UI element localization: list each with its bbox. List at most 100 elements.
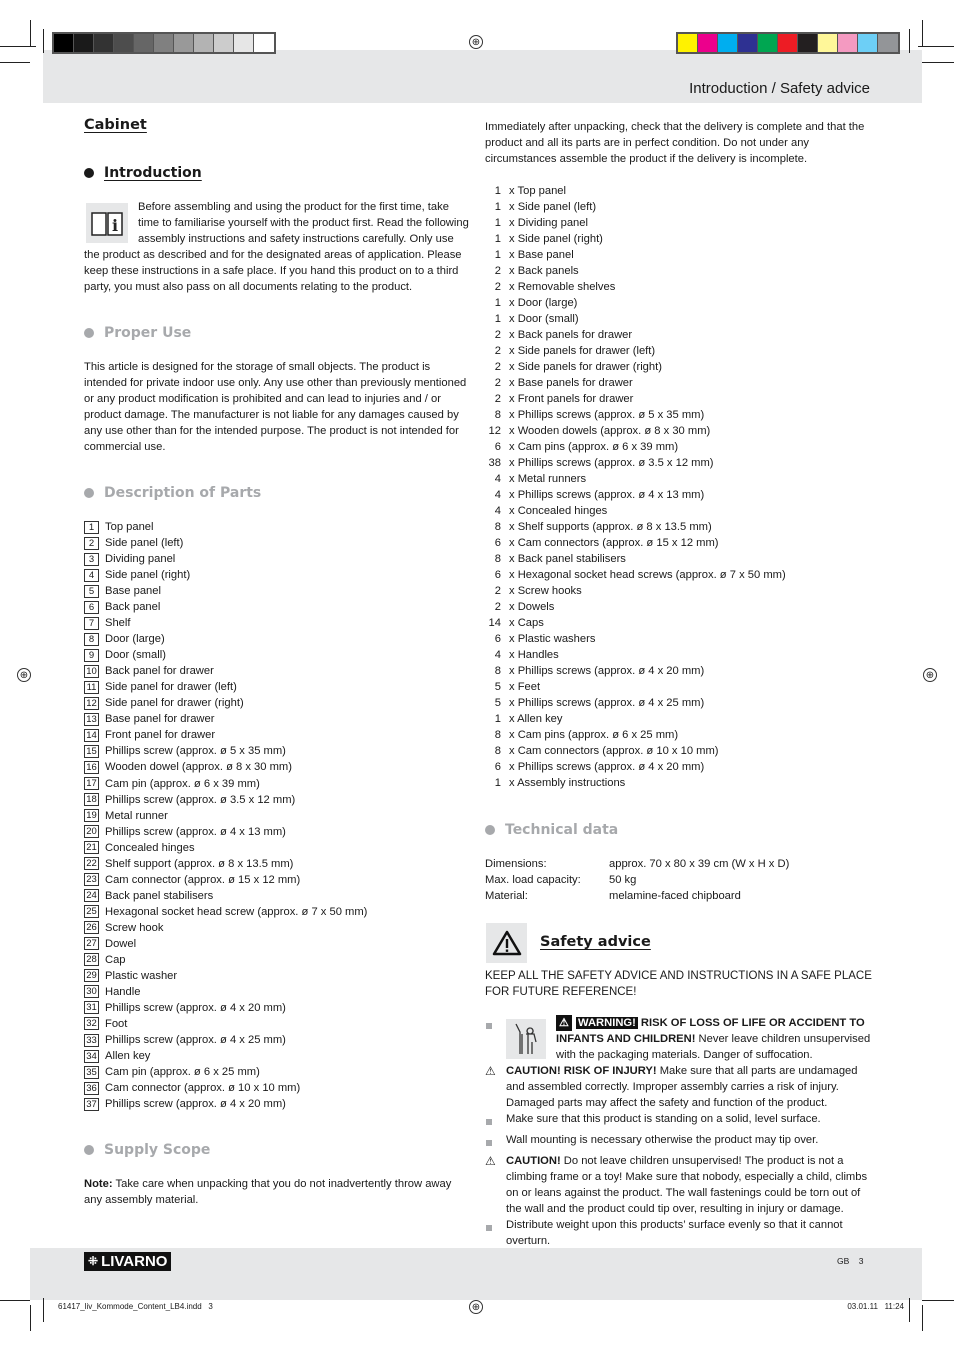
color-swatch	[194, 34, 214, 52]
quantity: 2	[494, 585, 501, 597]
print-date: 03.01.11 11:24	[847, 1302, 904, 1311]
page-num: 3	[858, 1256, 864, 1266]
item-label: x Phillips screws (approx. ø 4 x 25 mm)	[509, 697, 705, 709]
part-label: Phillips screw (approx. ø 4 x 25 mm)	[105, 1034, 286, 1047]
crop-mark	[922, 62, 954, 63]
supply-list-item: 6 x Plastic washers	[485, 631, 786, 647]
bullet-item: Wall mounting is necessary otherwise the…	[485, 1132, 873, 1153]
supply-list-item: 2 x Base panels for drawer	[485, 375, 786, 391]
crop-mark	[30, 20, 31, 46]
quantity: 1	[494, 713, 501, 725]
quantity: 8	[494, 729, 501, 741]
supply-list-item: 1 x Base panel	[485, 247, 786, 263]
part-number: 27	[84, 937, 99, 951]
tech-value: 50 kg	[609, 874, 637, 886]
quantity: 2	[494, 377, 501, 389]
crop-mark	[909, 29, 910, 53]
part-label: Door (large)	[105, 633, 165, 646]
parts-list-item: 33 Phillips screw (approx. ø 4 x 25 mm)	[84, 1032, 367, 1048]
parts-list-item: 35 Cam pin (approx. ø 6 x 25 mm)	[84, 1064, 367, 1080]
part-label: Shelf	[105, 617, 131, 630]
parts-list-item: 3 Dividing panel	[84, 551, 367, 567]
part-number: 19	[84, 809, 99, 823]
heading-text: Description of Parts	[104, 485, 262, 501]
parts-list-item: 7 Shelf	[84, 615, 367, 631]
color-swatch	[134, 34, 154, 52]
parts-list-item: 34 Allen key	[84, 1048, 367, 1064]
part-number: 23	[84, 873, 99, 887]
crop-mark	[43, 29, 44, 53]
parts-list-item: 24 Back panel stabilisers	[84, 888, 367, 904]
quantity: 1	[494, 233, 501, 245]
item-label: x Removable shelves	[509, 281, 616, 293]
color-swatch	[254, 34, 274, 52]
part-number: 9	[84, 648, 99, 662]
bullet-text: Distribute weight upon this products’ su…	[506, 1219, 843, 1247]
supply-list-item: 2 x Side panels for drawer (right)	[485, 359, 786, 375]
warning-triangle-icon	[486, 923, 527, 963]
part-label: Front panel for drawer	[105, 729, 216, 742]
part-number: 14	[84, 728, 99, 742]
supply-list-item: 38 x Phillips screws (approx. ø 3.5 x 12 …	[485, 455, 786, 471]
warning-item: ⚠ WARNING! RISK OF LOSS OF LIFE OR ACCIDE…	[485, 1015, 873, 1063]
parts-list-item: 22 Shelf support (approx. ø 8 x 13.5 mm)	[84, 856, 367, 872]
parts-list-item: 25 Hexagonal socket head screw (approx. ø…	[84, 904, 367, 920]
parts-list-item: 16 Wooden dowel (approx. ø 8 x 30 mm)	[84, 759, 367, 775]
safety-list: ⚠ WARNING! RISK OF LOSS OF LIFE OR ACCIDE…	[485, 1015, 873, 1249]
part-number: 15	[84, 744, 99, 758]
quantity: 1	[494, 249, 501, 261]
item-label: x Plastic washers	[509, 633, 596, 645]
part-label: Back panel for drawer	[105, 665, 214, 678]
quantity: 12	[488, 425, 501, 437]
supply-list-item: 1 x Dividing panel	[485, 215, 786, 231]
part-number: 22	[84, 857, 99, 871]
caution-item: ⚠ CAUTION! RISK OF INJURY! Make sure that…	[485, 1063, 873, 1111]
tech-value: melamine-faced chipboard	[609, 890, 741, 902]
supply-list-item: 1 x Side panel (left)	[485, 199, 786, 215]
part-label: Phillips screw (approx. ø 5 x 35 mm)	[105, 745, 286, 758]
quantity: 2	[494, 265, 501, 277]
supply-list-item: 2 x Removable shelves	[485, 279, 786, 295]
brand-text: LIVARNO	[101, 1253, 168, 1270]
quantity: 6	[494, 441, 501, 453]
color-swatch	[234, 34, 254, 52]
part-number: 18	[84, 793, 99, 807]
part-number: 20	[84, 825, 99, 839]
parts-list: 1 Top panel 2 Side panel (left) 3 Dividing pa…	[84, 519, 367, 1112]
part-number: 8	[84, 632, 99, 646]
item-label: x Side panel (right)	[509, 233, 603, 245]
part-label: Top panel	[105, 521, 154, 534]
registration-mark-icon: ⊕	[923, 668, 937, 682]
item-label: x Phillips screws (approx. ø 3.5 x 12 mm…	[509, 457, 714, 469]
parts-list-item: 31 Phillips screw (approx. ø 4 x 20 mm)	[84, 1000, 367, 1016]
item-label: x Side panels for drawer (left)	[509, 345, 656, 357]
item-label: x Door (small)	[509, 313, 579, 325]
item-label: x Back panel stabilisers	[509, 553, 626, 565]
parts-list-item: 15 Phillips screw (approx. ø 5 x 35 mm)	[84, 743, 367, 759]
quantity: 2	[494, 281, 501, 293]
parts-list-item: 9 Door (small)	[84, 647, 367, 663]
color-swatch	[94, 34, 114, 52]
part-label: Cam pin (approx. ø 6 x 39 mm)	[105, 777, 260, 790]
section-heading-introduction: Introduction	[84, 165, 202, 181]
part-label: Dowel	[105, 937, 137, 950]
part-number: 25	[84, 905, 99, 919]
part-number: 31	[84, 1001, 99, 1015]
caution-bold: CAUTION!	[506, 1155, 561, 1167]
supply-list-item: 1 x Top panel	[485, 183, 786, 199]
part-label: Plastic washer	[105, 969, 178, 982]
part-label: Dividing panel	[105, 553, 176, 566]
bullet-icon	[486, 1119, 492, 1125]
item-label: x Metal runners	[509, 473, 587, 485]
item-label: x Hexagonal socket head screws (approx. …	[509, 569, 786, 581]
part-number: 10	[84, 664, 99, 678]
quantity: 4	[494, 473, 501, 485]
part-number: 35	[84, 1065, 99, 1079]
item-label: x Cam connectors (approx. ø 10 x 10 mm)	[509, 745, 719, 757]
language-code: GB	[837, 1256, 850, 1266]
crop-mark	[922, 1305, 923, 1331]
part-label: Side panel for drawer (left)	[105, 681, 237, 694]
quantity: 6	[494, 537, 501, 549]
bullet-text: Wall mounting is necessary otherwise the…	[506, 1134, 819, 1146]
parts-list-item: 23 Cam connector (approx. ø 15 x 12 mm)	[84, 872, 367, 888]
